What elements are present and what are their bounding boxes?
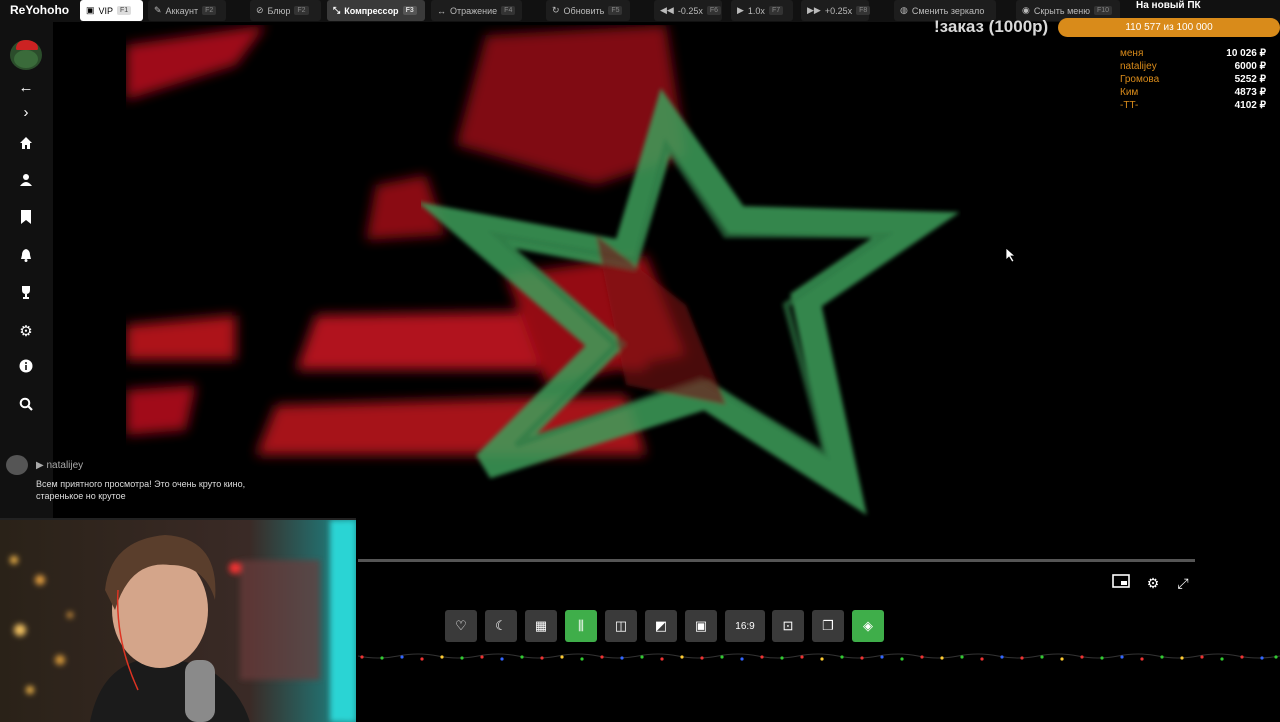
webcam-image bbox=[0, 520, 356, 722]
bell-icon[interactable] bbox=[16, 248, 36, 268]
goal-progress-bar: 110 577 из 100 000 bbox=[1058, 18, 1280, 37]
donor-row: Ким 4873 ₽ bbox=[1120, 87, 1266, 98]
compressor-toggle-button[interactable]: ⫼ bbox=[565, 610, 597, 642]
moon-icon: ☾ bbox=[495, 618, 507, 633]
layers-button[interactable]: ◈ bbox=[852, 610, 884, 642]
screenshot-icon: ⊡ bbox=[782, 618, 794, 633]
dark-mode-button[interactable]: ☾ bbox=[485, 610, 517, 642]
home-icon[interactable] bbox=[16, 136, 36, 156]
video-progress-bar[interactable] bbox=[358, 559, 1195, 562]
audio-wave-icon: ⫼ bbox=[578, 618, 584, 633]
donor-row: -TT- 4102 ₽ bbox=[1120, 100, 1266, 111]
globe-icon: ◍ bbox=[900, 5, 908, 15]
goal-title: На новый ПК bbox=[1136, 0, 1201, 11]
christmas-lights bbox=[358, 653, 1280, 661]
compressor-button[interactable]: ⤡ Компрессор F3 bbox=[327, 0, 425, 21]
image-icon: ◩ bbox=[654, 618, 668, 633]
blur-button[interactable]: ⊘ Блюр F2 bbox=[250, 0, 321, 21]
favorite-button[interactable]: ♡ bbox=[445, 610, 477, 642]
vip-icon: ▣ bbox=[86, 5, 95, 15]
vip-button[interactable]: ▣ VIP F1 bbox=[80, 0, 143, 21]
refresh-button[interactable]: ↻ Обновить F5 bbox=[546, 0, 630, 21]
chat-avatar bbox=[6, 455, 28, 475]
webcam-overlay bbox=[0, 518, 356, 722]
compress-icon: ⤡ bbox=[333, 5, 341, 15]
play-badge-icon: ▶ bbox=[36, 460, 44, 471]
info-icon[interactable] bbox=[16, 359, 36, 379]
brand-logo[interactable]: ReYohoho bbox=[10, 3, 69, 17]
copy-button[interactable]: ❐ bbox=[812, 610, 844, 642]
blur-icon: ⊘ bbox=[256, 5, 264, 15]
donor-row: Громова 5252 ₽ bbox=[1120, 74, 1266, 85]
mirror-toggle-button[interactable]: ◫ bbox=[605, 610, 637, 642]
layers-icon: ◈ bbox=[863, 618, 873, 633]
image-button[interactable]: ◩ bbox=[645, 610, 677, 642]
chat-username: ▶ natalijey bbox=[36, 460, 84, 471]
order-label: !заказ (1000р) bbox=[934, 17, 1049, 36]
chat-text: Всем приятного просмотра! Это очень крут… bbox=[36, 479, 246, 501]
gear-icon[interactable]: ⚙ bbox=[16, 322, 36, 342]
copy-icon: ❐ bbox=[822, 618, 834, 633]
mouse-cursor-icon bbox=[1005, 247, 1017, 267]
account-button[interactable]: ✎ Аккаунт F2 bbox=[148, 0, 226, 21]
speed-normal-button[interactable]: ▶ 1.0x F7 bbox=[731, 0, 793, 21]
search-icon[interactable] bbox=[16, 397, 36, 417]
screenshot-button[interactable]: ⊡ bbox=[772, 610, 804, 642]
rewind-icon: ◀◀ bbox=[660, 5, 674, 15]
play-icon: ▶ bbox=[737, 5, 744, 15]
bookmark-icon[interactable] bbox=[16, 210, 36, 230]
mirror-button[interactable]: ↔ Отражение F4 bbox=[431, 0, 522, 21]
fullscreen-icon[interactable]: ⤢ bbox=[1174, 574, 1192, 592]
speed-up-button[interactable]: ▶▶ +0.25x F8 bbox=[801, 0, 871, 21]
donor-row: natalijey 6000 ₽ bbox=[1120, 61, 1266, 72]
donor-row: меня 10 026 ₽ bbox=[1120, 48, 1266, 59]
pen-icon: ✎ bbox=[154, 5, 162, 15]
mirror-icon: ↔ bbox=[437, 5, 446, 16]
refresh-icon: ↻ bbox=[552, 5, 560, 15]
back-arrow-icon[interactable]: ← bbox=[16, 78, 36, 98]
video-content bbox=[126, 25, 960, 516]
grid-icon: ▦ bbox=[534, 618, 548, 633]
video-frame[interactable] bbox=[126, 25, 1276, 580]
pip-icon[interactable] bbox=[1112, 574, 1130, 592]
goal-progress-value: 110 577 bbox=[1125, 22, 1161, 33]
pip-small-icon: ▣ bbox=[694, 618, 708, 633]
heart-icon: ♡ bbox=[455, 618, 467, 633]
top-donors-list: меня 10 026 ₽ natalijey 6000 ₽ Громова 5252… bbox=[1120, 48, 1266, 113]
user-icon[interactable] bbox=[16, 173, 36, 193]
fast-forward-icon: ▶▶ bbox=[807, 5, 821, 15]
trophy-icon[interactable] bbox=[16, 285, 36, 305]
forward-arrow-icon[interactable]: › bbox=[16, 103, 36, 123]
goal-progress-target: из 100 000 bbox=[1163, 22, 1213, 33]
eye-icon: ◉ bbox=[1022, 5, 1030, 15]
speed-down-button[interactable]: ◀◀ -0.25x F6 bbox=[654, 0, 722, 21]
frog-face-icon bbox=[14, 50, 38, 68]
pip-button[interactable]: ▣ bbox=[685, 610, 717, 642]
santa-hat-icon bbox=[16, 40, 38, 50]
aspect-ratio-button[interactable]: 16:9 bbox=[725, 610, 765, 642]
settings-gear-icon[interactable]: ⚙ bbox=[1144, 574, 1162, 592]
grid-button[interactable]: ▦ bbox=[525, 610, 557, 642]
book-icon: ◫ bbox=[614, 618, 628, 633]
avatar[interactable] bbox=[10, 40, 42, 70]
